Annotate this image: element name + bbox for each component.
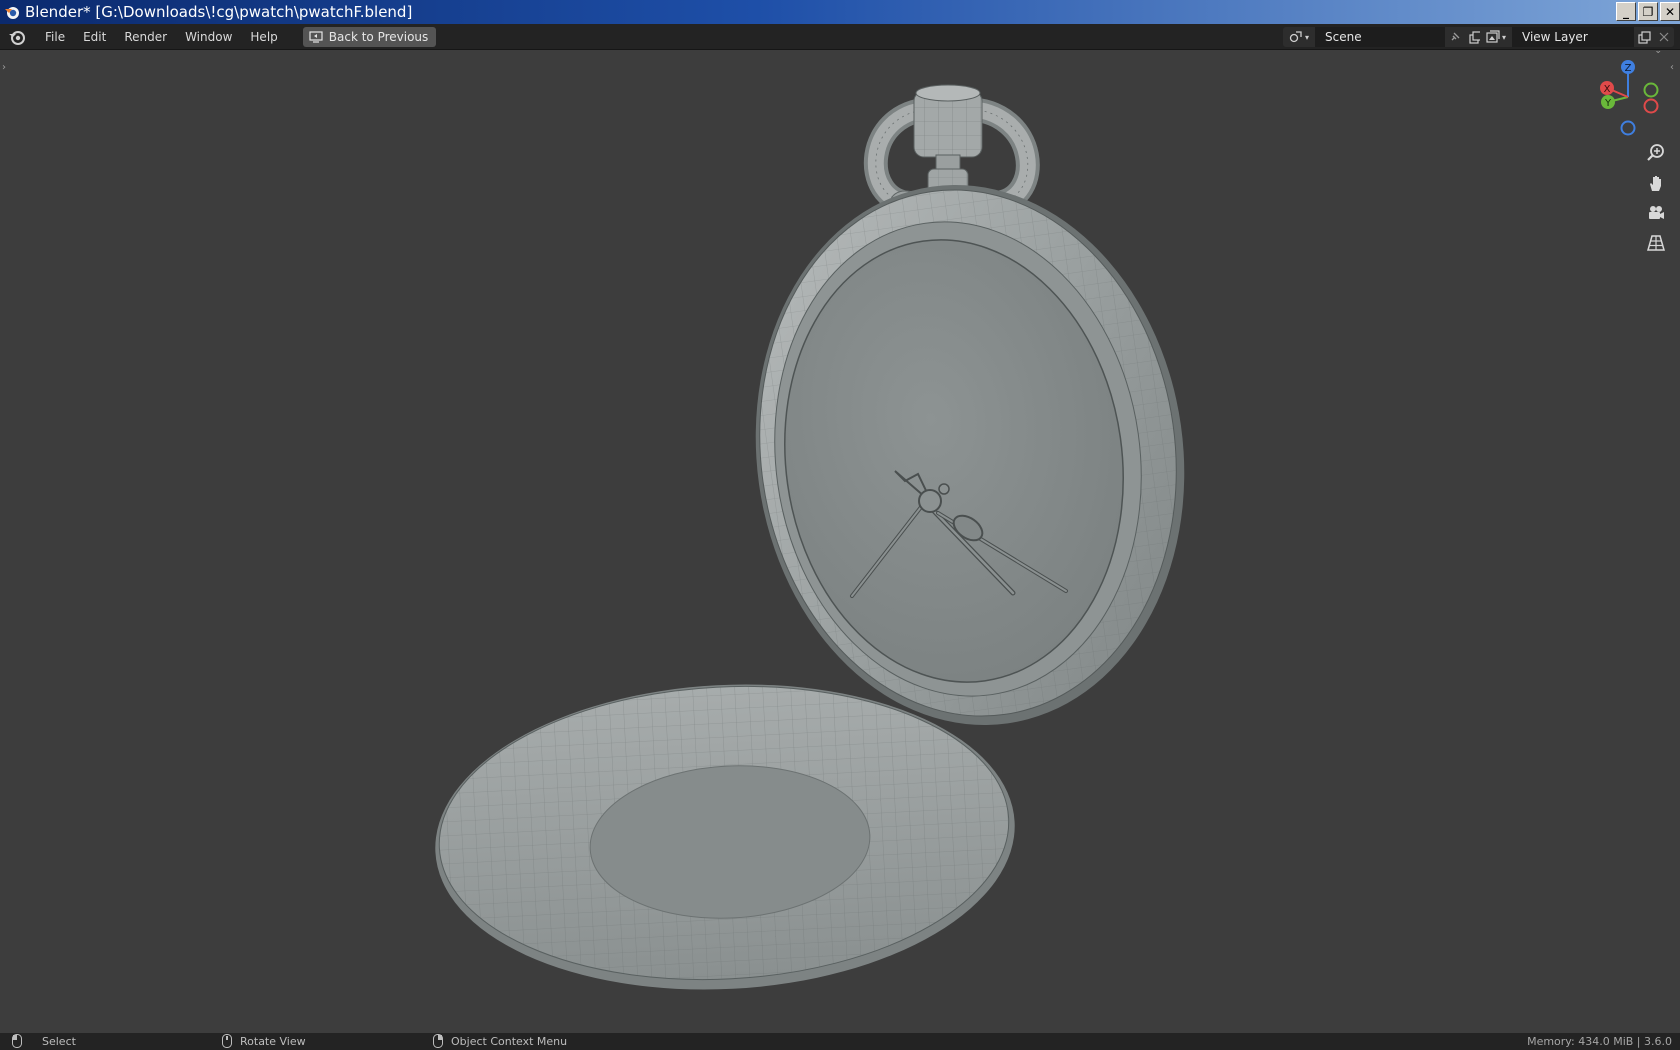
screen-back-icon bbox=[309, 30, 323, 43]
camera-view-button[interactable] bbox=[1642, 201, 1670, 225]
mouse-right-click-icon bbox=[433, 1034, 443, 1048]
3d-viewport[interactable]: › ‹ ⌄ bbox=[0, 51, 1680, 1033]
view-layer-name: View Layer bbox=[1522, 30, 1588, 44]
neg-x-axis-handle[interactable] bbox=[1643, 98, 1659, 114]
back-to-previous-label: Back to Previous bbox=[328, 29, 429, 44]
zoom-icon bbox=[1647, 144, 1664, 161]
scene-selector: ▾ Scene bbox=[1283, 27, 1505, 47]
window-title: Blender* [G:\Downloads\!cg\pwatch\pwatch… bbox=[25, 3, 413, 21]
status-rotate-label: Rotate View bbox=[240, 1034, 306, 1048]
back-to-previous-button[interactable]: Back to Previous bbox=[302, 26, 437, 47]
menu-help[interactable]: Help bbox=[241, 26, 286, 48]
close-icon bbox=[1659, 32, 1669, 42]
status-bar: Select Rotate View Object Context Menu M… bbox=[0, 1033, 1680, 1050]
pin-icon bbox=[1451, 32, 1460, 41]
zoom-view-button[interactable] bbox=[1642, 141, 1670, 165]
minimize-button[interactable]: _ bbox=[1616, 2, 1636, 21]
new-view-layer-button[interactable] bbox=[1634, 27, 1654, 47]
image-layers-icon bbox=[1486, 30, 1500, 43]
menu-render[interactable]: Render bbox=[115, 26, 176, 48]
grid-perspective-icon bbox=[1647, 235, 1665, 251]
duplicate-icon bbox=[1637, 30, 1651, 44]
view-layer-browse-button[interactable]: ▾ bbox=[1480, 27, 1512, 47]
scene-name-field[interactable]: Scene bbox=[1315, 27, 1445, 47]
scene-icon bbox=[1289, 31, 1302, 43]
window-titlebar: Blender* [G:\Downloads\!cg\pwatch\pwatch… bbox=[0, 0, 1680, 24]
menu-edit[interactable]: Edit bbox=[74, 26, 115, 48]
neg-y-axis-handle[interactable] bbox=[1643, 82, 1659, 98]
navigation-gizmo[interactable]: Z X Y bbox=[1588, 57, 1668, 137]
scene-name: Scene bbox=[1325, 30, 1362, 44]
status-rotate-hint: Rotate View bbox=[222, 1034, 306, 1048]
status-context-hint: Object Context Menu bbox=[433, 1034, 567, 1048]
neg-z-axis-handle[interactable] bbox=[1620, 120, 1636, 136]
blender-app-icon bbox=[5, 7, 19, 19]
status-context-label: Object Context Menu bbox=[451, 1034, 568, 1048]
pocket-watch-model bbox=[435, 84, 1185, 990]
delete-view-layer-button[interactable] bbox=[1654, 27, 1674, 47]
restore-button[interactable]: ❐ bbox=[1638, 2, 1658, 21]
chevron-down-icon: ▾ bbox=[1501, 32, 1506, 42]
scene-browse-button[interactable]: ▾ bbox=[1283, 27, 1315, 47]
camera-icon bbox=[1649, 206, 1664, 219]
menu-window[interactable]: Window bbox=[176, 26, 241, 48]
blender-logo-icon[interactable] bbox=[8, 28, 26, 46]
view-layer-name-field[interactable]: View Layer bbox=[1512, 27, 1634, 47]
view-layer-selector: ▾ View Layer bbox=[1480, 27, 1674, 47]
x-axis-label: X bbox=[1604, 84, 1611, 95]
watch-case bbox=[755, 185, 1185, 725]
viewport-nav-tools bbox=[1642, 141, 1670, 255]
pan-view-button[interactable] bbox=[1642, 171, 1670, 195]
status-select-hint: Select bbox=[12, 1034, 76, 1048]
mouse-middle-click-icon bbox=[222, 1034, 232, 1048]
menu-file[interactable]: File bbox=[36, 26, 74, 48]
y-axis-label: Y bbox=[1604, 98, 1612, 109]
watch-lid bbox=[435, 684, 1015, 990]
close-button[interactable]: ✕ bbox=[1660, 2, 1680, 21]
status-select-label: Select bbox=[42, 1034, 76, 1048]
toggle-perspective-button[interactable] bbox=[1642, 231, 1670, 255]
pin-scene-button[interactable] bbox=[1445, 27, 1465, 47]
z-axis-label: Z bbox=[1625, 63, 1632, 74]
hand-pan-icon bbox=[1650, 176, 1661, 191]
memory-version-info: Memory: 434.0 MiB | 3.6.0 bbox=[1527, 1035, 1672, 1048]
mouse-left-click-icon bbox=[12, 1034, 22, 1048]
chevron-down-icon: ▾ bbox=[1304, 32, 1309, 42]
